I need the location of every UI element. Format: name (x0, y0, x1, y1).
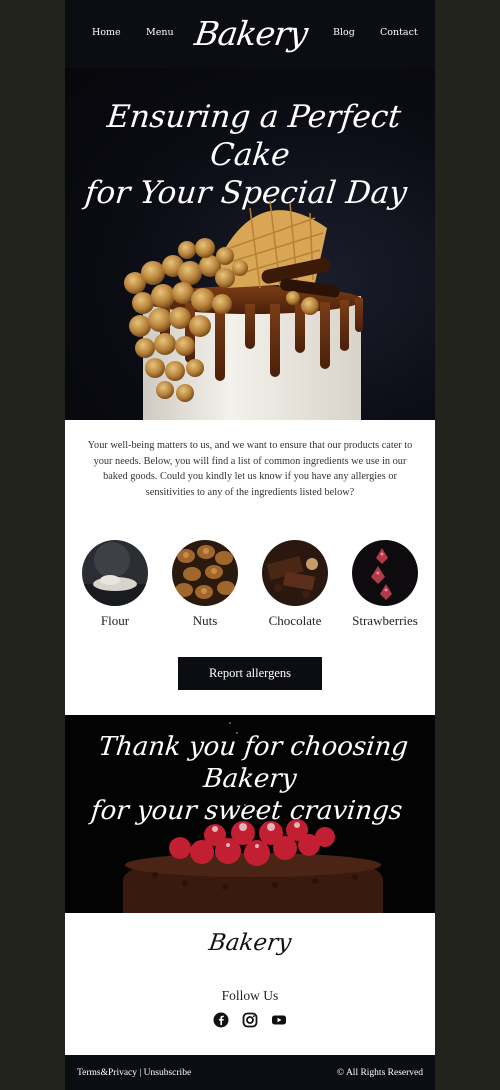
footer-separator: | (139, 1068, 142, 1078)
ingredient-label-chocolate: Chocolate (268, 613, 322, 628)
nav-blog-link[interactable]: Blog (333, 27, 355, 38)
instagram-icon[interactable] (242, 1012, 258, 1028)
intro-text: Your well-being matters to us, and we wa… (87, 440, 413, 498)
email-container: Home Menu Bakery Blog Contact Ensuring a… (65, 0, 435, 1090)
footer-bakery-logo[interactable]: Bakery (63, 930, 437, 956)
nuts-image (172, 540, 238, 606)
header: Home Menu Bakery Blog Contact (65, 0, 435, 68)
bakery-logo[interactable]: Bakery (192, 6, 309, 60)
report-allergens-button[interactable]: Report allergens (178, 657, 322, 690)
ingredient-label-flour: Flour (100, 613, 130, 628)
ingredient-flour[interactable]: Flour (73, 540, 157, 629)
strawberries-image (352, 540, 418, 606)
nav-home-link[interactable]: Home (92, 27, 121, 38)
ingredient-label-strawberries: Strawberries (352, 613, 418, 628)
flour-image (82, 540, 148, 606)
raspberry-cake-image (123, 722, 383, 913)
terms-privacy-link[interactable]: Terms&Privacy (77, 1068, 137, 1078)
youtube-icon[interactable] (271, 1012, 287, 1028)
follow-us-label: Follow Us (221, 988, 279, 1003)
ingredient-chocolate[interactable]: Chocolate (253, 540, 337, 629)
facebook-icon[interactable] (213, 1012, 229, 1028)
unsubscribe-link[interactable]: Unsubscribe (144, 1068, 192, 1078)
chocolate-image (262, 540, 328, 606)
ingredient-label-nuts: Nuts (192, 613, 218, 628)
nav-contact-link[interactable]: Contact (380, 27, 418, 38)
hero-banner: Ensuring a Perfect Cake for Your Special… (65, 68, 435, 420)
footer-links: Terms&Privacy | Unsubscribe (77, 1068, 191, 1078)
ingredient-nuts[interactable]: Nuts (163, 540, 247, 629)
thank-you-banner: Thank you for choosing Bakery for your s… (65, 715, 435, 913)
drip-cake-image (124, 200, 363, 420)
footer-bar: Terms&Privacy | Unsubscribe © All Rights… (65, 1055, 435, 1090)
nav-menu-link[interactable]: Menu (146, 27, 174, 38)
all-rights-reserved: © All Rights Reserved (336, 1068, 423, 1078)
ingredient-strawberries[interactable]: Strawberries (343, 540, 427, 629)
